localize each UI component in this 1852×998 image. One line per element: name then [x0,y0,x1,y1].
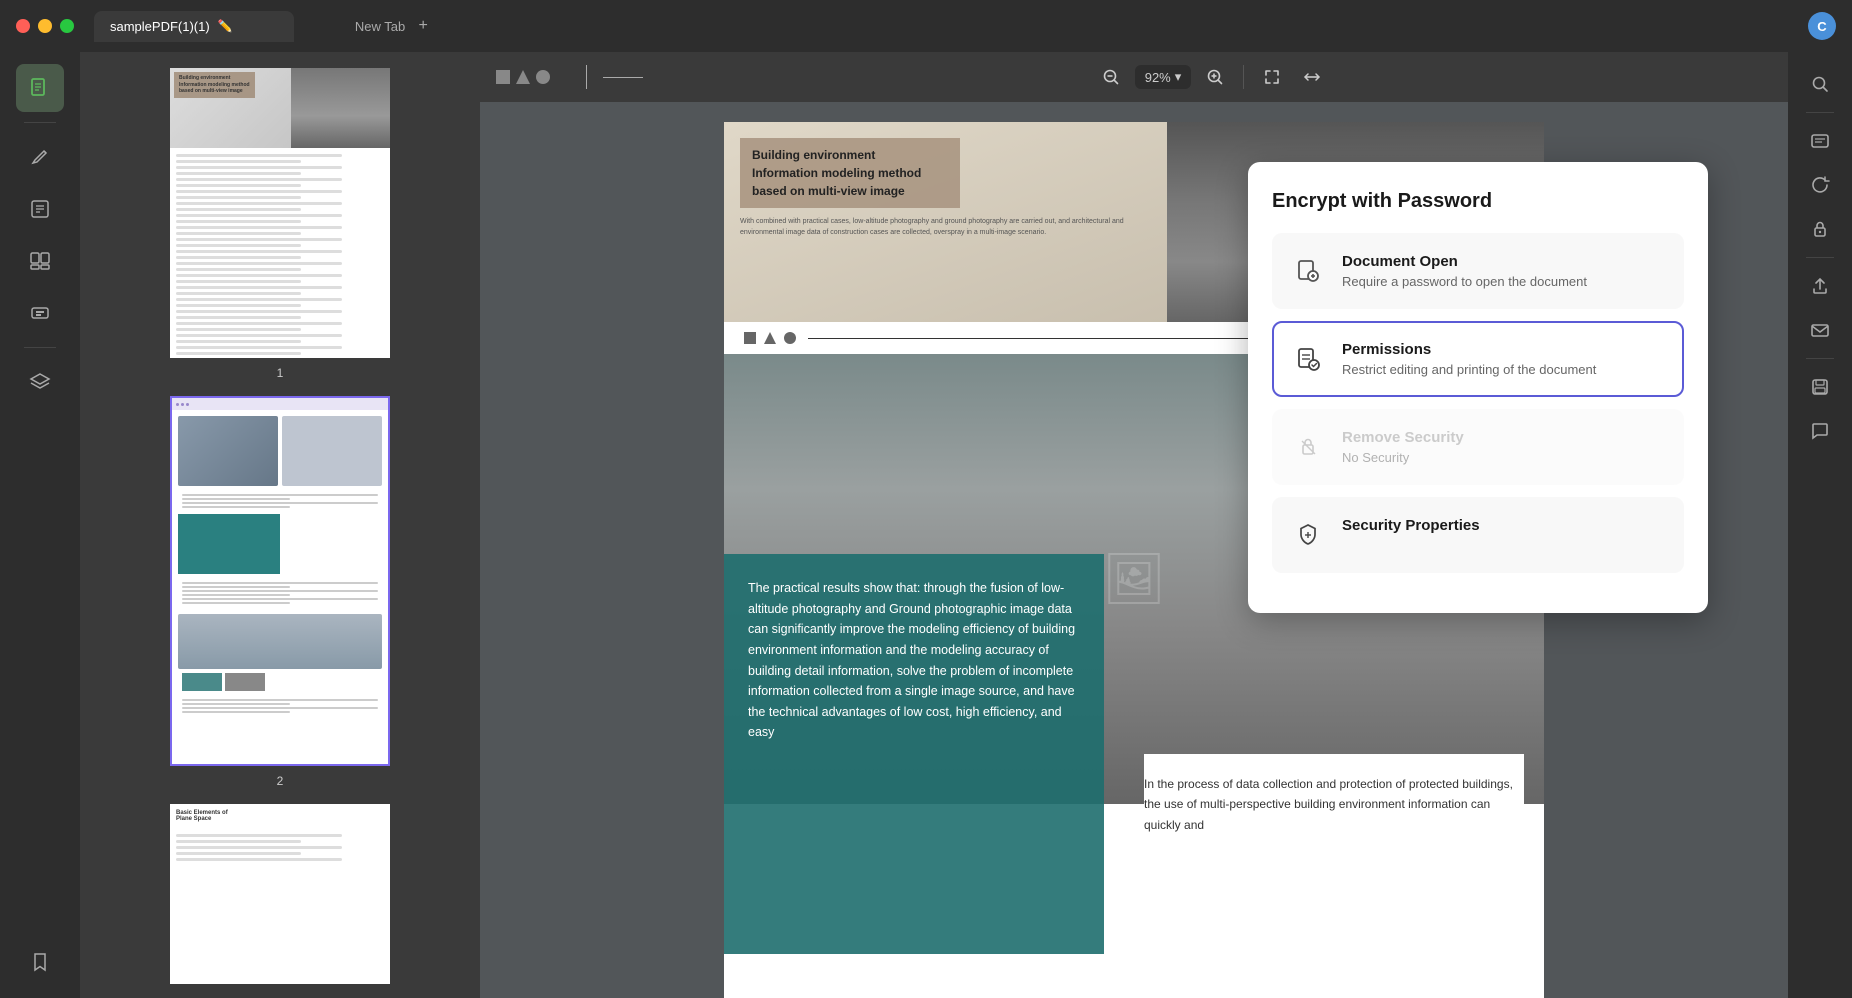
remove-security-title: Remove Security [1342,429,1666,446]
thumbnail-panel: Building environmentInformation modeling… [80,52,480,998]
traffic-light-yellow[interactable] [38,19,52,33]
tab-inactive-label: New Tab [355,19,405,34]
sidebar-item-annotate[interactable] [16,133,64,181]
teal-block-text: The practical results show that: through… [748,578,1080,743]
traffic-light-red[interactable] [16,19,30,33]
right-divider-2 [1806,257,1834,258]
encrypt-panel: Encrypt with Password Document Open Re [1248,162,1708,613]
toolbar-divider [1243,65,1244,89]
left-sidebar [0,52,80,998]
remove-security-icon [1290,429,1326,465]
remove-security-subtitle: No Security [1342,450,1666,465]
main-text-content: In the process of data collection and pr… [1144,774,1524,835]
security-properties-text: Security Properties [1342,517,1666,538]
shape-triangle [516,70,530,84]
save-icon[interactable] [1800,367,1840,407]
user-avatar[interactable]: C [1808,12,1836,40]
document-open-subtitle: Require a password to open the document [1342,274,1666,289]
permissions-subtitle: Restrict editing and printing of the doc… [1342,362,1666,377]
sidebar-divider-1 [24,122,56,123]
fit-page-button[interactable] [1256,61,1288,93]
encrypt-option-permissions[interactable]: Permissions Restrict editing and printin… [1272,321,1684,397]
tab-inactive[interactable]: New Tab + [294,8,494,44]
zoom-display[interactable]: 92% ▾ [1135,65,1192,89]
zoom-level-label: 92% [1145,70,1171,85]
main-area: Building environmentInformation modeling… [0,52,1852,998]
page-number-1: 1 [277,366,284,380]
pdf-viewer: 92% ▾ [480,52,1788,998]
thumbnail-item-2: 2 [92,396,468,788]
titlebar-right: C [1808,12,1836,40]
thumbnail-item-1: Building environmentInformation modeling… [92,68,468,380]
document-open-text: Document Open Require a password to open… [1342,253,1666,289]
mail-icon[interactable] [1800,310,1840,350]
thumbnail-page-2[interactable] [170,396,390,766]
sidebar-divider-2 [24,347,56,348]
sidebar-item-pages[interactable] [16,64,64,112]
tab-active[interactable]: samplePDF(1)(1) ✏️ [94,11,294,42]
sidebar-item-organize[interactable] [16,237,64,285]
permissions-title: Permissions [1342,341,1666,358]
search-icon-right[interactable] [1800,64,1840,104]
page-number-2: 2 [277,774,284,788]
right-sidebar [1788,52,1852,998]
shape-circle [536,70,550,84]
rotate-icon[interactable] [1800,165,1840,205]
permissions-icon [1290,341,1326,377]
traffic-light-green[interactable] [60,19,74,33]
fit-width-button[interactable] [1296,61,1328,93]
encrypt-option-document-open[interactable]: Document Open Require a password to open… [1272,233,1684,309]
document-open-title: Document Open [1342,253,1666,270]
new-tab-button[interactable]: + [413,16,433,36]
encrypt-option-remove-security: Remove Security No Security [1272,409,1684,485]
toolbar: 92% ▾ [480,52,1788,102]
thumbnail-item-3: Basic Elements ofPlane Space [92,804,468,984]
permissions-text: Permissions Restrict editing and printin… [1342,341,1666,377]
security-properties-title: Security Properties [1342,517,1666,534]
sidebar-item-forms[interactable] [16,185,64,233]
sidebar-item-redact[interactable] [16,289,64,337]
shape-square [496,70,510,84]
pdf-content-area[interactable]: Building environmentInformation modeling… [480,102,1788,998]
security-properties-icon [1290,517,1326,553]
edit-icon[interactable]: ✏️ [218,19,233,33]
encrypt-option-security-properties[interactable]: Security Properties [1272,497,1684,573]
sidebar-item-bookmark[interactable] [16,938,64,986]
titlebar: samplePDF(1)(1) ✏️ New Tab + C [0,0,1852,52]
right-divider-1 [1806,112,1834,113]
document-open-icon [1290,253,1326,289]
thumbnail-page-3[interactable]: Basic Elements ofPlane Space [170,804,390,984]
comment-icon[interactable] [1800,411,1840,451]
zoom-dropdown-icon: ▾ [1175,69,1182,85]
traffic-lights [16,19,74,33]
tab-active-label: samplePDF(1)(1) [110,19,210,34]
share-icon[interactable] [1800,266,1840,306]
thumbnail-page-1[interactable]: Building environmentInformation modeling… [170,68,390,358]
remove-security-text: Remove Security No Security [1342,429,1666,465]
sidebar-item-layers[interactable] [16,358,64,406]
lock-icon[interactable] [1800,209,1840,249]
zoom-in-button[interactable] [1199,61,1231,93]
ocr-icon[interactable] [1800,121,1840,161]
encrypt-panel-title: Encrypt with Password [1272,190,1684,213]
right-divider-3 [1806,358,1834,359]
zoom-out-button[interactable] [1095,61,1127,93]
